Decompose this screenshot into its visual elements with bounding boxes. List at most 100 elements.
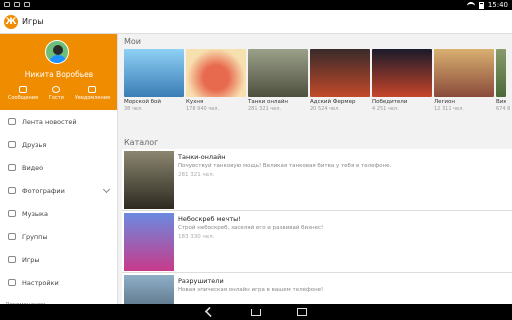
sidebar-item-settings[interactable]: Настройки — [0, 271, 117, 294]
game-thumbnail — [124, 213, 174, 271]
sidebar-item-photos[interactable]: Фотографии — [0, 179, 117, 202]
back-icon[interactable] — [204, 306, 216, 318]
catalog-item[interactable]: Разрушители Новая эпическая онлайн игра … — [122, 273, 512, 304]
messages-label: Сообщения — [8, 95, 39, 101]
avatar[interactable] — [45, 40, 69, 64]
game-name: Вик — [496, 99, 506, 105]
catalog-item[interactable]: Танки-онлайн Почувствуй танковую мощь! В… — [122, 149, 512, 211]
sidebar-item-music[interactable]: Музыка — [0, 202, 117, 225]
sidebar-item-news[interactable]: Лента новостей — [0, 110, 117, 133]
sidebar-item-groups[interactable]: Группы — [0, 225, 117, 248]
game-thumbnail — [248, 49, 308, 97]
game-name: Легион — [434, 99, 455, 105]
game-thumbnail — [124, 275, 174, 304]
game-name: Адский Фермер — [310, 99, 356, 105]
system-nav-bar — [0, 304, 512, 320]
game-description: Новая эпическая онлайн игра в вашем теле… — [178, 287, 324, 293]
my-games-row: Морской бой 38 чел. Кухня 178 940 чел. Т… — [124, 49, 512, 119]
clock: 15:40 — [487, 1, 508, 9]
game-name: Кухня — [186, 99, 204, 105]
video-icon — [8, 164, 16, 171]
friends-icon — [8, 141, 16, 148]
notifications-button[interactable]: Уведомления — [75, 86, 110, 101]
sidebar-item-label: Друзья — [22, 140, 47, 149]
game-players: 178 940 чел. — [186, 106, 220, 112]
game-thumbnail — [310, 49, 370, 97]
notification-icon — [4, 2, 10, 7]
game-players: 281 321 чел. — [178, 172, 215, 178]
game-tile[interactable]: Морской бой 38 чел. — [124, 49, 184, 119]
game-tile[interactable]: Танки онлайн 281 321 чел. — [248, 49, 308, 119]
sidebar-item-label: Видео — [22, 163, 44, 172]
game-players: 4 251 чел. — [372, 106, 399, 112]
chevron-down-icon[interactable] — [102, 185, 111, 194]
game-name: Танки-онлайн — [178, 153, 226, 161]
game-name: Морской бой — [124, 99, 161, 105]
game-players: 281 321 чел. — [248, 106, 282, 112]
sidebar-item-label: Лента новостей — [22, 117, 77, 126]
page-title: Игры — [22, 17, 44, 26]
message-icon — [19, 86, 27, 93]
sidebar-item-friends[interactable]: Друзья — [0, 133, 117, 156]
sidebar-item-label: Группы — [22, 232, 48, 241]
photo-icon — [8, 187, 16, 194]
app-logo-icon[interactable]: Ж — [4, 14, 18, 29]
game-players: 12 311 чел. — [434, 106, 464, 112]
game-name: Небоскреб мечты! — [178, 215, 241, 223]
game-players: 38 чел. — [124, 106, 143, 112]
game-players: 20 524 чел. — [310, 106, 340, 112]
game-name: Танки онлайн — [248, 99, 288, 105]
game-description: Почувствуй танковую мощь! Великая танков… — [178, 163, 392, 169]
game-tile[interactable]: Легион 12 311 чел. — [434, 49, 494, 119]
game-thumbnail — [124, 151, 174, 209]
guests-icon — [52, 86, 61, 93]
battery-icon — [478, 1, 484, 9]
game-players: 183 330 чел. — [178, 234, 215, 240]
user-name[interactable]: Никита Воробьев — [0, 70, 117, 79]
game-thumbnail — [496, 49, 506, 97]
my-games-title: Мои — [124, 37, 141, 46]
game-thumbnail — [124, 49, 184, 97]
music-icon — [8, 210, 16, 217]
news-icon — [8, 118, 16, 125]
sidebar: Никита Воробьев Сообщения Гости Уведомле… — [0, 34, 118, 304]
messages-button[interactable]: Сообщения — [8, 86, 38, 101]
sidebar-item-label: Музыка — [22, 209, 48, 218]
notification-icon — [14, 2, 20, 7]
sidebar-item-games[interactable]: Игры — [0, 248, 117, 271]
main-content: Мои Морской бой 38 чел. Кухня 178 940 че… — [118, 34, 512, 304]
sidebar-section-recommended: Рекомендуем — [0, 294, 117, 304]
notifications-label: Уведомления — [74, 95, 110, 101]
sidebar-item-label: Настройки — [22, 278, 59, 287]
game-tile[interactable]: Адский Фермер 20 524 чел. — [310, 49, 370, 119]
status-bar: 15:40 — [0, 0, 512, 10]
game-tile[interactable]: Вик 674 8 — [496, 49, 511, 119]
game-players: 674 8 — [496, 106, 511, 112]
games-icon — [8, 256, 16, 263]
home-icon[interactable] — [251, 308, 261, 316]
recent-apps-icon[interactable] — [297, 308, 307, 316]
sidebar-item-label: Игры — [22, 255, 40, 264]
game-description: Строй небоскреб, заселяй его и развивай … — [178, 225, 324, 231]
wifi-icon — [466, 2, 475, 8]
guests-button[interactable]: Гости — [49, 86, 64, 101]
game-thumbnail — [434, 49, 494, 97]
game-tile[interactable]: Победители 4 251 чел. — [372, 49, 432, 119]
game-thumbnail — [186, 49, 246, 97]
game-name: Разрушители — [178, 277, 224, 285]
game-name: Победители — [372, 99, 408, 105]
app-bar: Ж Игры — [0, 10, 512, 34]
game-thumbnail — [372, 49, 432, 97]
sidebar-item-label: Фотографии — [22, 186, 65, 195]
catalog-title: Каталог — [124, 138, 159, 147]
game-tile[interactable]: Кухня 178 940 чел. — [186, 49, 246, 119]
guests-label: Гости — [48, 95, 64, 101]
catalog-item[interactable]: Небоскреб мечты! Строй небоскреб, заселя… — [122, 211, 512, 273]
notifications-icon — [88, 86, 97, 93]
catalog-list: Танки-онлайн Почувствуй танковую мощь! В… — [122, 149, 512, 304]
profile-header: Никита Воробьев Сообщения Гости Уведомле… — [0, 34, 117, 110]
groups-icon — [8, 233, 16, 240]
notification-icon — [24, 2, 30, 7]
sidebar-item-video[interactable]: Видео — [0, 156, 117, 179]
settings-icon — [8, 279, 16, 286]
